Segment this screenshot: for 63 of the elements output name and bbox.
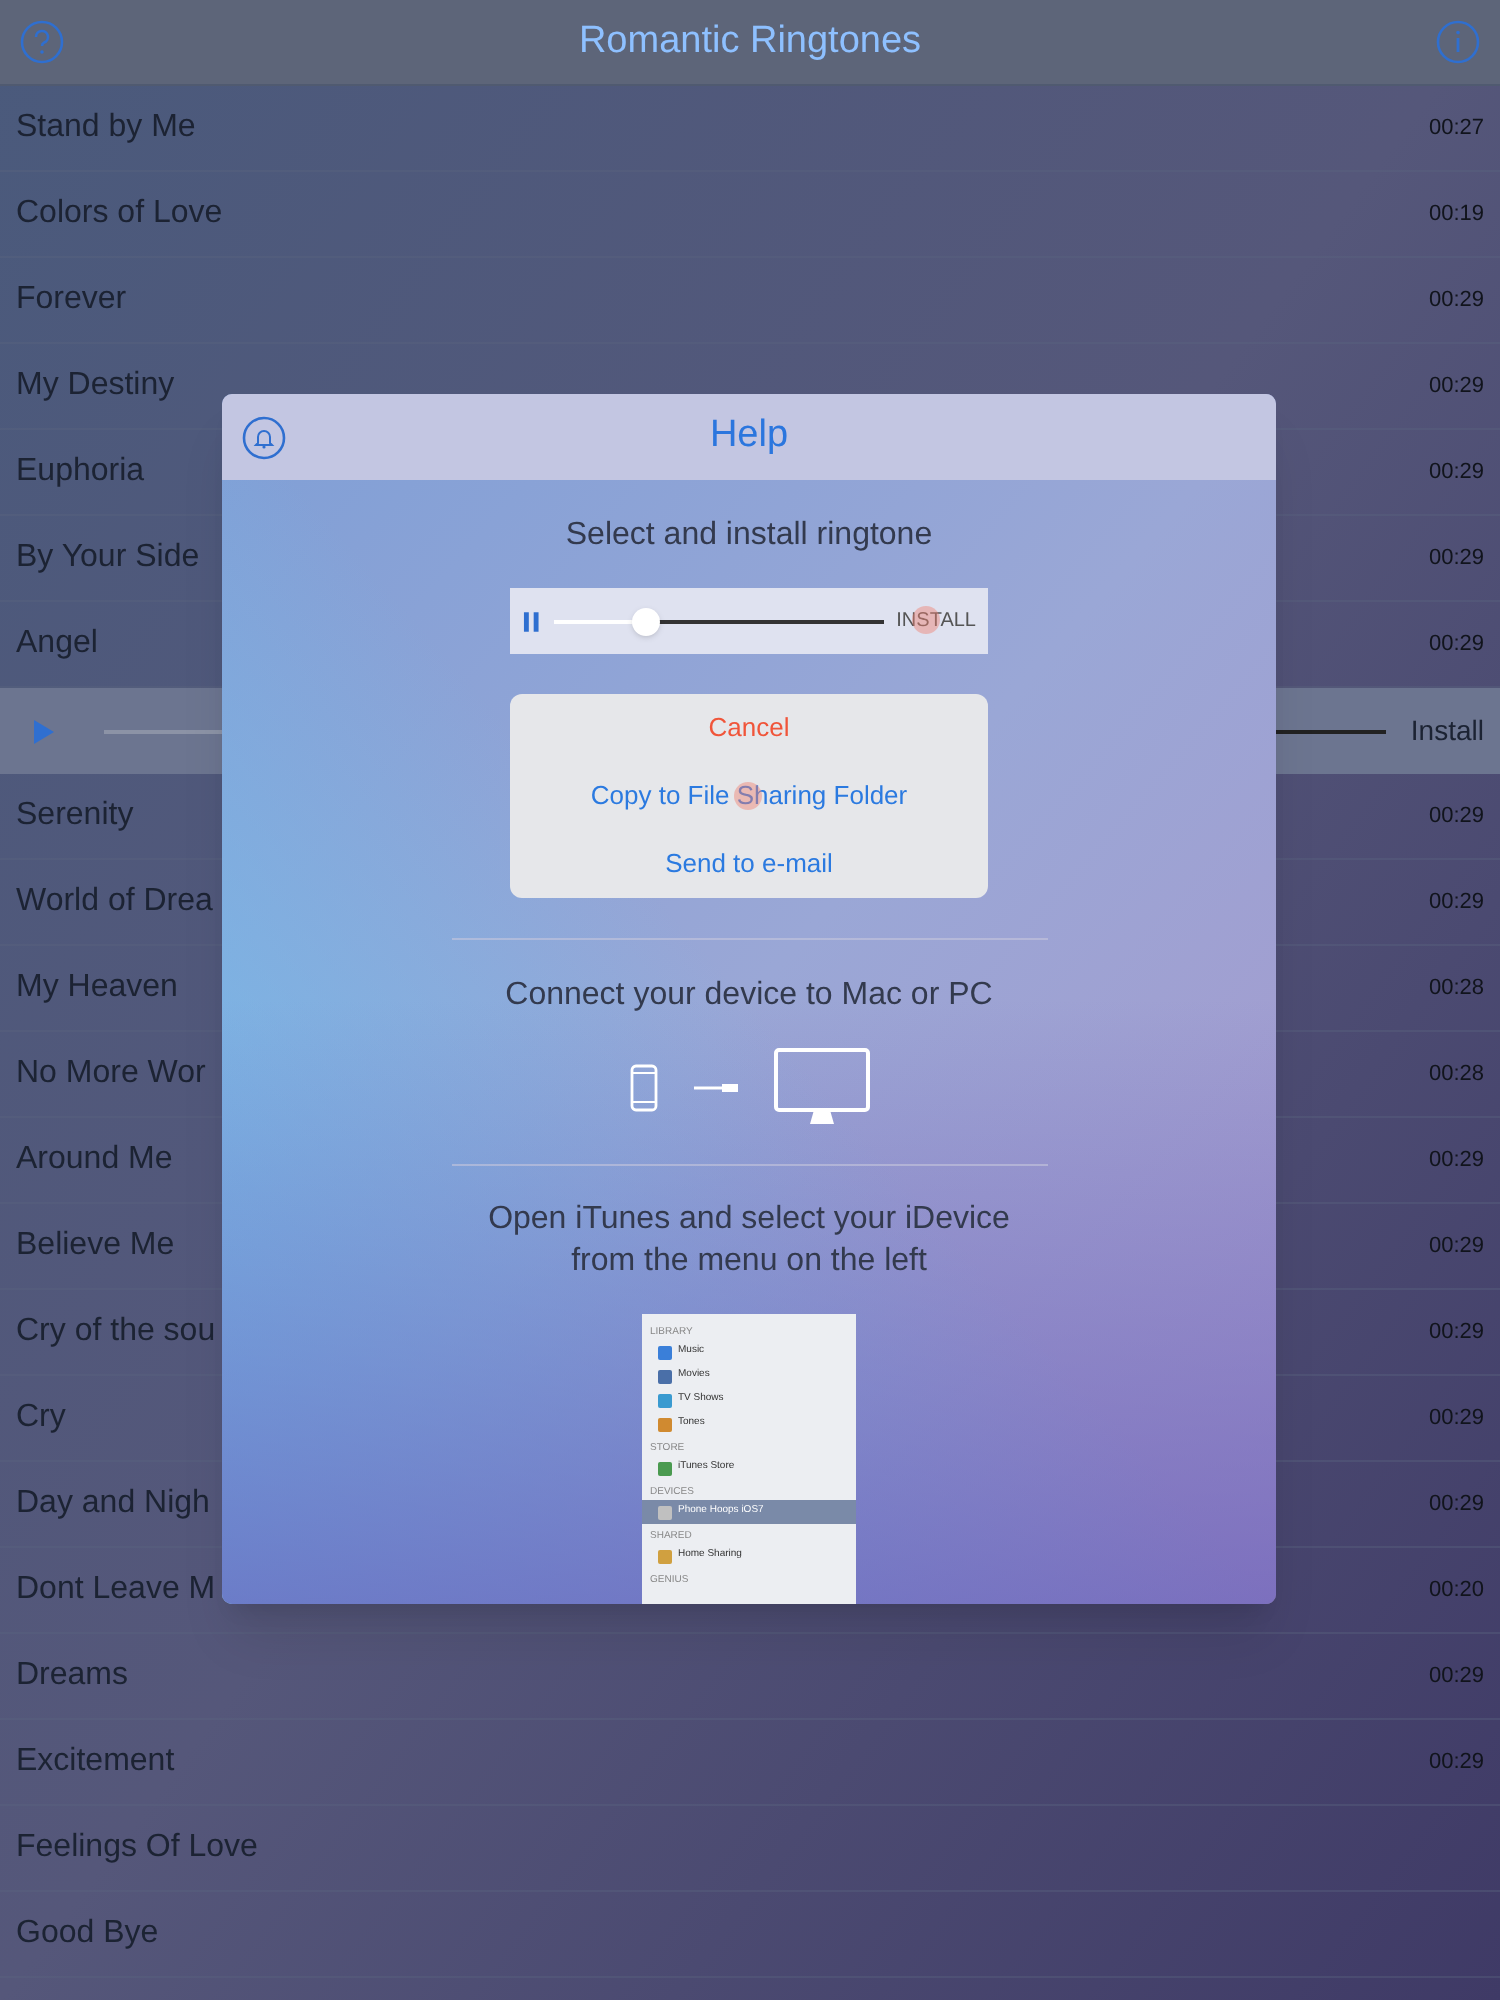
- bell-icon[interactable]: [242, 415, 286, 459]
- slider-thumb[interactable]: [632, 607, 661, 635]
- duration-label: 00:29: [1428, 1489, 1484, 1520]
- install-button[interactable]: INSTALL: [896, 606, 976, 636]
- ringtone-title[interactable]: Angel: [16, 620, 98, 668]
- ringtone-title[interactable]: Cry: [16, 1394, 66, 1442]
- ringtone-title[interactable]: Stand by Me: [16, 104, 196, 152]
- duration-label: 00:29: [1428, 1661, 1484, 1692]
- help-icon[interactable]: [20, 20, 64, 64]
- instruction-text: Select and install ringtone: [565, 516, 933, 556]
- play-icon[interactable]: [32, 717, 56, 745]
- duration-label: 00:29: [1428, 801, 1484, 832]
- item-icon: [658, 1505, 672, 1519]
- item-icon: [658, 1461, 672, 1475]
- monitor-icon: [773, 1048, 869, 1128]
- ringtone-title[interactable]: Serenity: [16, 792, 134, 840]
- ringtone-title[interactable]: Believe Me: [16, 1222, 175, 1270]
- ringtone-title[interactable]: World of Drea: [16, 878, 213, 926]
- action-button[interactable]: Copy to File Sharing Folder: [510, 762, 988, 830]
- item-icon: [658, 1549, 672, 1563]
- instruction-text: Open iTunes and select your iDevice from the menu on the left: [488, 1200, 1010, 1282]
- ringtone-title[interactable]: Dont Leave M: [16, 1566, 216, 1614]
- duration-label: 00:20: [1428, 1575, 1484, 1606]
- ringtone-title[interactable]: Excitement: [16, 1738, 175, 1786]
- install-button[interactable]: Install: [1410, 710, 1484, 752]
- action-button[interactable]: Send to e-mail: [510, 830, 988, 898]
- ringtone-title[interactable]: My Heaven: [16, 964, 178, 1012]
- duration-label: 00:29: [1428, 1145, 1484, 1176]
- duration-label: 00:29: [1428, 1317, 1484, 1348]
- duration-label: 00:29: [1428, 1747, 1484, 1778]
- ringtone-title[interactable]: Colors of Love: [16, 190, 223, 238]
- duration-label: 00:28: [1428, 973, 1484, 1004]
- ringtone-title[interactable]: No More Wor: [16, 1050, 206, 1098]
- phone-icon: [629, 1064, 657, 1112]
- ringtone-title[interactable]: Forever: [16, 276, 127, 324]
- cancel-button[interactable]: Cancel: [510, 694, 988, 762]
- ringtone-title[interactable]: Euphoria: [16, 448, 145, 496]
- nav-title: Romantic Ringtones: [578, 17, 922, 66]
- progress-slider[interactable]: [553, 607, 885, 635]
- duration-label: 00:28: [1428, 1059, 1484, 1090]
- ringtone-title[interactable]: Around Me: [16, 1136, 173, 1184]
- duration-label: 00:29: [1428, 457, 1484, 488]
- duration-label: 00:29: [1428, 285, 1484, 316]
- ringtone-title[interactable]: Cry of the sou: [16, 1308, 216, 1356]
- duration-label: 00:29: [1428, 543, 1484, 574]
- ringtone-title[interactable]: My Destiny: [16, 362, 175, 410]
- duration-label: 00:27: [1428, 113, 1484, 144]
- duration-label: 00:29: [1428, 371, 1484, 402]
- duration-label: 00:29: [1428, 887, 1484, 918]
- duration-label: 00:29: [1428, 1231, 1484, 1262]
- ringtone-title[interactable]: Dreams: [16, 1652, 129, 1700]
- duration-label: 00:19: [1428, 199, 1484, 230]
- duration-label: 00:29: [1428, 1403, 1484, 1434]
- dialog-title: Help: [709, 412, 789, 461]
- ringtone-title[interactable]: Feelings Of Love: [16, 1824, 258, 1872]
- ringtone-title[interactable]: Day and Nigh: [16, 1480, 210, 1528]
- duration-label: 00:29: [1428, 629, 1484, 660]
- cable-icon: [693, 1082, 737, 1094]
- pause-icon[interactable]: [522, 609, 542, 633]
- ringtone-title[interactable]: By Your Side: [16, 534, 200, 582]
- info-icon[interactable]: [1436, 20, 1480, 64]
- ringtone-title[interactable]: Good Bye: [16, 1910, 159, 1958]
- instruction-text: Connect your device to Mac or PC: [505, 976, 993, 1016]
